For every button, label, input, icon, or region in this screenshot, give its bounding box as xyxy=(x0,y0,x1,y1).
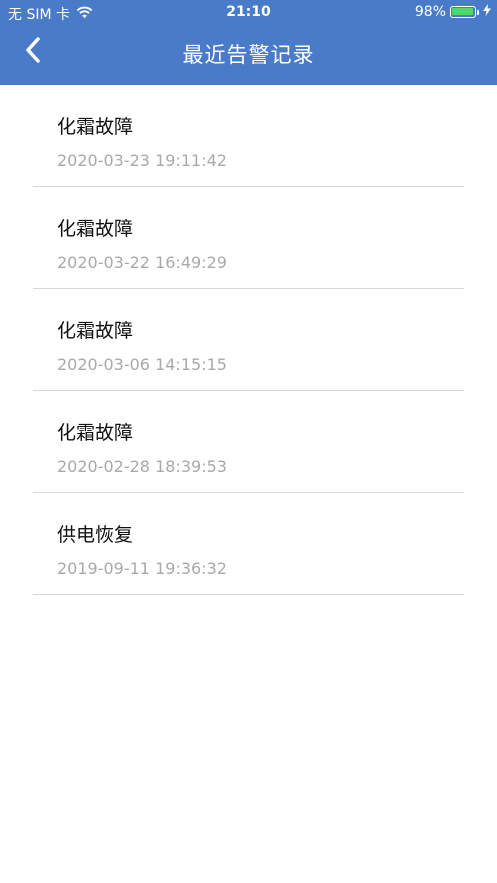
alarm-timestamp: 2020-03-06 14:15:15 xyxy=(57,355,227,374)
status-bar: 无 SIM 卡 21:10 98% xyxy=(0,0,497,26)
alarm-title: 化霜故障 xyxy=(57,320,134,342)
alarm-title: 供电恢复 xyxy=(57,524,134,546)
alarm-item[interactable]: 化霜故障 2020-03-06 14:15:15 xyxy=(33,289,464,391)
alarm-item[interactable]: 化霜故障 2020-03-22 16:49:29 xyxy=(33,187,464,289)
status-right: 98% xyxy=(415,4,491,20)
battery-level-fill xyxy=(452,8,473,15)
alarm-title: 化霜故障 xyxy=(57,422,134,444)
alarm-timestamp: 2020-03-22 16:49:29 xyxy=(57,253,227,272)
navigation-bar: 最近告警记录 xyxy=(0,26,497,85)
app-header: 无 SIM 卡 21:10 98% 最近告警记录 xyxy=(0,0,497,85)
alarm-timestamp: 2020-03-23 19:11:42 xyxy=(57,151,227,170)
alarm-item[interactable]: 供电恢复 2019-09-11 19:36:32 xyxy=(33,493,464,595)
charging-bolt-icon xyxy=(483,4,491,20)
alarm-list: 化霜故障 2020-03-23 19:11:42 化霜故障 2020-03-22… xyxy=(0,85,497,595)
battery-percent: 98% xyxy=(414,4,446,20)
alarm-item[interactable]: 化霜故障 2020-03-23 19:11:42 xyxy=(33,85,464,187)
page-title: 最近告警记录 xyxy=(182,43,315,67)
battery-cap xyxy=(477,9,479,15)
alarm-timestamp: 2019-09-11 19:36:32 xyxy=(57,559,227,578)
alarm-title: 化霜故障 xyxy=(57,218,134,240)
alarm-title: 化霜故障 xyxy=(57,116,134,138)
alarm-item[interactable]: 化霜故障 2020-02-28 18:39:53 xyxy=(33,391,464,493)
alarm-timestamp: 2020-02-28 18:39:53 xyxy=(57,457,227,476)
battery-icon xyxy=(450,6,476,18)
